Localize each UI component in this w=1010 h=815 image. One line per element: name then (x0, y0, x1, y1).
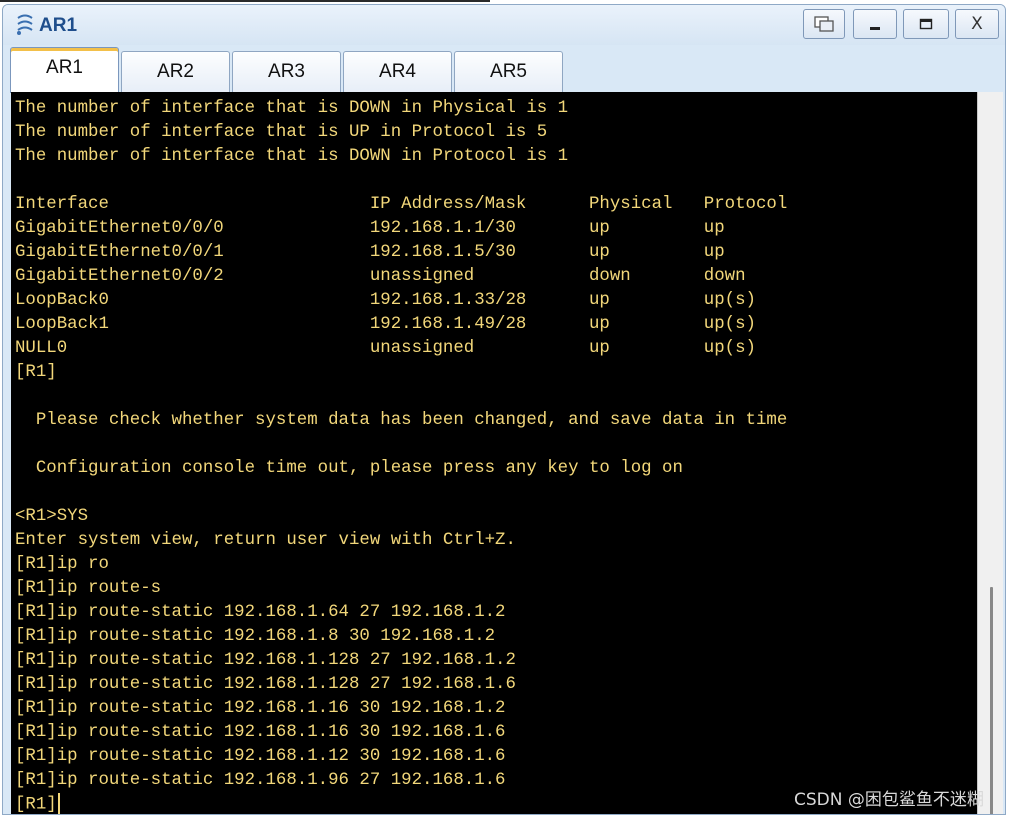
watermark: CSDN @困包鲨鱼不迷糊 (794, 790, 984, 810)
tab-ar4[interactable]: AR4 (343, 51, 452, 92)
restore-button[interactable] (803, 9, 845, 39)
terminal-line: Interface IP Address/Mask Physical Proto… (15, 195, 788, 214)
minimize-button[interactable] (853, 9, 897, 39)
terminal-line: [R1]ip route-static 192.168.1.64 27 192.… (15, 603, 506, 622)
terminal-output[interactable]: The number of interface that is DOWN in … (11, 92, 977, 814)
tab-ar1[interactable]: AR1 (10, 47, 119, 93)
terminal-line: [R1]ip route-static 192.168.1.16 30 192.… (15, 699, 506, 718)
terminal-line: NULL0 unassigned up up(s) (15, 339, 756, 358)
tab-ar3[interactable]: AR3 (232, 51, 341, 92)
tab-bar: AR1 AR2 AR3 AR4 AR5 (3, 45, 1005, 93)
close-icon: X (971, 14, 983, 34)
terminal-scrollbar[interactable] (977, 92, 1003, 814)
terminal-line: GigabitEthernet0/0/1 192.168.1.5/30 up u… (15, 243, 725, 262)
maximize-icon (919, 18, 933, 30)
minimize-icon (870, 27, 880, 30)
terminal-line: [R1] (15, 363, 57, 382)
terminal-line: [R1]ip route-static 192.168.1.96 27 192.… (15, 771, 506, 790)
terminal-line: [R1]ip route-static 192.168.1.128 27 192… (15, 651, 516, 670)
terminal-line: LoopBack0 192.168.1.33/28 up up(s) (15, 291, 756, 310)
terminal-line: Enter system view, return user view with… (15, 531, 516, 550)
close-button[interactable]: X (955, 9, 999, 39)
terminal-line: <R1>SYS (15, 507, 89, 526)
window-title: AR1 (39, 15, 78, 36)
terminal-line: [R1]ip ro (15, 555, 109, 574)
terminal-line: The number of interface that is DOWN in … (15, 99, 569, 118)
terminal-line: [R1]ip route-static 192.168.1.8 30 192.1… (15, 627, 496, 646)
terminal-line: The number of interface that is DOWN in … (15, 147, 569, 166)
restore-icon (814, 16, 834, 32)
terminal-line: GigabitEthernet0/0/0 192.168.1.1/30 up u… (15, 219, 725, 238)
huawei-router-icon (17, 14, 33, 35)
terminal-line: The number of interface that is UP in Pr… (15, 123, 548, 142)
terminal-line: LoopBack1 192.168.1.49/28 up up(s) (15, 315, 756, 334)
terminal-line: Please check whether system data has bee… (15, 411, 788, 430)
terminal-line: [R1] (15, 793, 60, 814)
maximize-button[interactable] (903, 9, 949, 39)
scrollbar-thumb[interactable] (990, 587, 993, 814)
terminal-line: Configuration console time out, please p… (15, 459, 683, 478)
terminal-line: [R1]ip route-static 192.168.1.128 27 192… (15, 675, 516, 694)
router-console-window: AR1 X AR1 AR2 AR3 AR4 AR5 The number of … (2, 4, 1006, 815)
tab-ar2[interactable]: AR2 (121, 51, 230, 92)
terminal-line: [R1]ip route-s (15, 579, 162, 598)
terminal-line: [R1]ip route-static 192.168.1.12 30 192.… (15, 747, 506, 766)
terminal-line: GigabitEthernet0/0/2 unassigned down dow… (15, 267, 746, 286)
text-cursor (57, 793, 60, 814)
terminal-line: [R1]ip route-static 192.168.1.16 30 192.… (15, 723, 506, 742)
tab-ar5[interactable]: AR5 (454, 51, 563, 92)
title-bar[interactable]: AR1 X (3, 5, 1005, 45)
